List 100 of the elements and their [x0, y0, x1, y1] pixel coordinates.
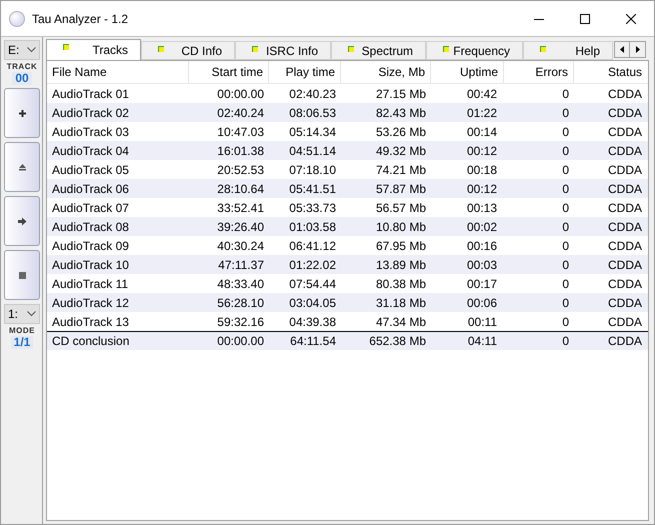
table-cell-text: CDDA	[606, 314, 643, 330]
table-cell-text: AudioTrack 12	[51, 294, 130, 312]
mode-label: MODE	[9, 326, 35, 336]
table-cell-text: AudioTrack 13	[51, 314, 130, 330]
stop-icon	[16, 270, 28, 280]
table-cell-text: 57.87 Mb	[374, 180, 427, 198]
table-cell-text: 05:33.73	[288, 200, 337, 216]
table-cell-text: 74.21 Mb	[374, 162, 427, 178]
mode-value: 1/1	[10, 336, 34, 349]
table-cell-text: 00:00.00	[216, 333, 265, 350]
table-cell-text: 00:14	[466, 124, 498, 140]
maximize-icon	[580, 14, 590, 24]
table-cell-text: CDDA	[606, 256, 643, 274]
table-cell-text: AudioTrack 03	[51, 124, 130, 140]
column-header[interactable]: Size, Mb	[341, 61, 431, 83]
table-cell-text: AudioTrack 11	[51, 276, 130, 292]
track-label: TRACK	[6, 62, 38, 72]
tab-indicator-icon	[252, 46, 258, 52]
table-cell-text: AudioTrack 06	[51, 180, 130, 198]
tab-indicator-icon	[443, 46, 449, 52]
table-cell-text: 00:13	[466, 200, 498, 216]
tab[interactable]: CD Info	[141, 41, 235, 60]
tab[interactable]: Help	[523, 41, 613, 60]
table-cell-text: AudioTrack 08	[51, 218, 130, 236]
table-cell-text: 0	[561, 180, 570, 198]
tab[interactable]: Tracks	[46, 39, 141, 60]
table-cell-text: 49.32 Mb	[374, 142, 427, 160]
dropdown[interactable]: 1:	[4, 304, 40, 324]
window-title: Tau Analyzer - 1.2	[32, 10, 128, 28]
column-header[interactable]: Start time	[189, 61, 269, 83]
table-cell-text: 00:18	[466, 162, 498, 178]
table-cell-text: 56.57 Mb	[374, 200, 427, 216]
table-cell-text: AudioTrack 09	[51, 238, 130, 254]
table-cell-text: 06:41.12	[288, 238, 337, 254]
table-cell-text: 27.15 Mb	[374, 86, 427, 102]
column-header[interactable]: Errors	[504, 61, 574, 83]
table-cell-text: 04:39.38	[288, 314, 337, 330]
table-cell-text: 64:11.54	[289, 333, 337, 350]
tool-button[interactable]	[4, 142, 40, 192]
table-cell-text: 10.80 Mb	[374, 218, 427, 236]
table-cell-text: 05:14.34	[288, 124, 337, 140]
table-cell-text: CDDA	[606, 162, 643, 178]
tab-indicator-icon	[540, 46, 546, 52]
table-cell-text: 00:03	[466, 256, 498, 274]
table-cell-text: 00:11	[466, 314, 498, 330]
table-cell-text: 01:03.58	[288, 218, 337, 236]
chevron-icon	[27, 47, 36, 53]
tool-button[interactable]	[4, 196, 40, 246]
plus-icon	[16, 108, 28, 118]
column-header[interactable]: Uptime	[431, 61, 504, 83]
table-cell-text: 31.18 Mb	[374, 294, 427, 312]
table-cell-text: 40:30.24	[216, 238, 265, 254]
tool-button[interactable]	[4, 88, 40, 138]
tool-button[interactable]	[4, 250, 40, 300]
table-cell-text: 47:11.37	[217, 256, 265, 274]
table-cell-text: AudioTrack 05	[51, 162, 130, 178]
table-cell-text: CDDA	[606, 333, 643, 350]
dropdown[interactable]: E:	[4, 40, 40, 60]
table-cell-text: 00:12	[466, 142, 498, 160]
table-cell-text: 00:17	[466, 276, 498, 292]
table-cell-text: AudioTrack 07	[51, 200, 130, 216]
table-cell-text: 0	[561, 200, 570, 216]
eject-icon	[16, 162, 28, 172]
table-cell-text: 04:51.14	[288, 142, 337, 160]
table-cell-text: 00:16	[466, 238, 498, 254]
table-cell-text: 48:33.40	[216, 276, 265, 292]
table-cell-text: 0	[561, 238, 570, 254]
table-cell-text: 0	[561, 86, 570, 102]
table-cell-text: AudioTrack 01	[51, 86, 130, 102]
column-header[interactable]: File Name	[47, 61, 189, 83]
tab[interactable]: Frequency	[426, 41, 523, 60]
table-cell-text: 0	[561, 104, 570, 122]
close-icon	[626, 14, 636, 24]
table-cell-text: 20:52.53	[216, 162, 265, 178]
table-cell-text: 53.26 Mb	[374, 124, 427, 140]
table-cell-text: 04:11	[466, 333, 498, 350]
table-cell-text: 39:26.40	[216, 218, 265, 236]
table-cell-text: CDDA	[606, 180, 643, 198]
triangle-left-icon	[620, 46, 624, 53]
column-header[interactable]: Status	[574, 61, 647, 83]
table-cell-text: AudioTrack 10	[51, 256, 130, 274]
app-icon	[9, 10, 25, 26]
table-cell-text: 00:02	[466, 218, 498, 236]
arrow-right-icon	[16, 216, 28, 226]
table-cell-text: 0	[561, 142, 570, 160]
chevron-icon	[27, 311, 36, 317]
tab[interactable]: Spectrum	[331, 41, 426, 60]
table-cell-text: 0	[561, 314, 570, 330]
table-cell-text: CDDA	[606, 142, 643, 160]
table-cell-text: 00:12	[466, 180, 498, 198]
track-number: 00	[12, 72, 32, 85]
column-header[interactable]: Play time	[269, 61, 341, 83]
table-cell-text: 00:00.00	[216, 86, 265, 102]
table-cell-text: 0	[561, 276, 570, 292]
tab[interactable]: ISRC Info	[235, 41, 331, 60]
table-cell-text: 02:40.23	[288, 86, 337, 102]
table-cell-text: 03:04.05	[288, 294, 337, 312]
table-cell-text: 0	[561, 333, 570, 350]
table-cell-text: 59:32.16	[216, 314, 265, 330]
table-cell-text: 56:28.10	[216, 294, 265, 312]
